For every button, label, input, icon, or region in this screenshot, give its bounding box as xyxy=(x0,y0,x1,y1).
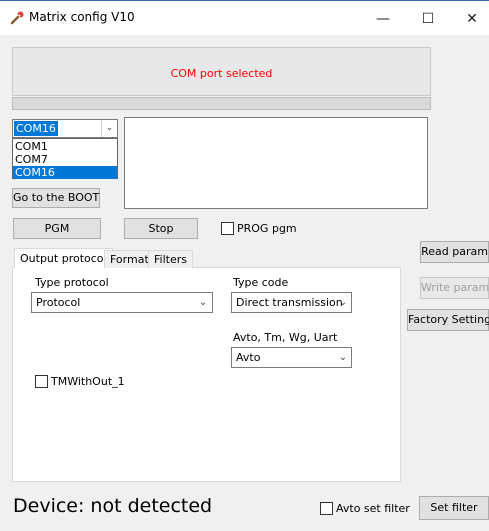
chevron-down-icon[interactable]: ⌄ xyxy=(101,120,117,137)
avto-value: Avto xyxy=(236,351,261,364)
chevron-down-icon: ⌄ xyxy=(198,297,208,308)
close-button[interactable]: ✕ xyxy=(452,6,489,32)
wrench-icon xyxy=(10,11,24,25)
write-param-button[interactable]: Write param xyxy=(420,277,489,299)
read-param-button[interactable]: Read param xyxy=(420,241,489,263)
window-title: Matrix config V10 xyxy=(29,10,135,24)
status-message: COM port selected xyxy=(170,67,273,80)
com-port-select[interactable]: COM16 ⌄ xyxy=(12,119,118,138)
com-option-com1[interactable]: COM1 xyxy=(13,140,117,153)
avto-set-filter-label: Avto set filter xyxy=(336,502,410,515)
chevron-down-icon: ⌄ xyxy=(338,352,348,363)
type-protocol-label: Type protocol xyxy=(35,276,109,289)
progress-bar xyxy=(12,97,431,110)
prog-pgm-checkbox[interactable] xyxy=(221,222,234,235)
tmwithout-checkbox[interactable] xyxy=(35,375,48,388)
avto-label: Avto, Tm, Wg, Uart xyxy=(233,331,338,344)
pgm-button[interactable]: PGM xyxy=(13,218,101,239)
set-filter-button[interactable]: Set filter xyxy=(419,496,489,520)
avto-select[interactable]: Avto ⌄ xyxy=(231,347,352,368)
chevron-down-icon: ⌄ xyxy=(338,297,348,308)
goto-boot-button[interactable]: Go to the BOOT xyxy=(12,188,100,208)
maximize-button[interactable]: ☐ xyxy=(408,6,448,32)
com-port-dropdown-list: COM1 COM7 COM16 xyxy=(12,138,118,179)
type-code-select[interactable]: Direct transmission ⌄ xyxy=(231,292,352,313)
avto-set-filter-checkbox[interactable] xyxy=(320,502,333,515)
type-code-label: Type code xyxy=(233,276,289,289)
com-port-selected-value: COM16 xyxy=(14,121,58,136)
type-code-value: Direct transmission xyxy=(236,296,343,309)
log-textbox[interactable] xyxy=(124,117,428,209)
prog-pgm-label: PROG pgm xyxy=(237,222,297,235)
type-protocol-value: Protocol xyxy=(36,296,81,309)
stop-button[interactable]: Stop xyxy=(124,218,198,239)
minimize-button[interactable]: — xyxy=(363,6,403,32)
factory-settings-button[interactable]: Factory Settings xyxy=(407,309,489,331)
tab-filters[interactable]: Filters xyxy=(148,250,193,268)
type-protocol-select[interactable]: Protocol ⌄ xyxy=(31,292,213,313)
com-option-com7[interactable]: COM7 xyxy=(13,153,117,166)
tmwithout-label: TMWithOut_1 xyxy=(51,375,125,388)
com-option-com16[interactable]: COM16 xyxy=(13,166,117,179)
device-status: Device: not detected xyxy=(13,495,213,517)
tab-output-protocol[interactable]: Output protocol xyxy=(14,248,113,268)
